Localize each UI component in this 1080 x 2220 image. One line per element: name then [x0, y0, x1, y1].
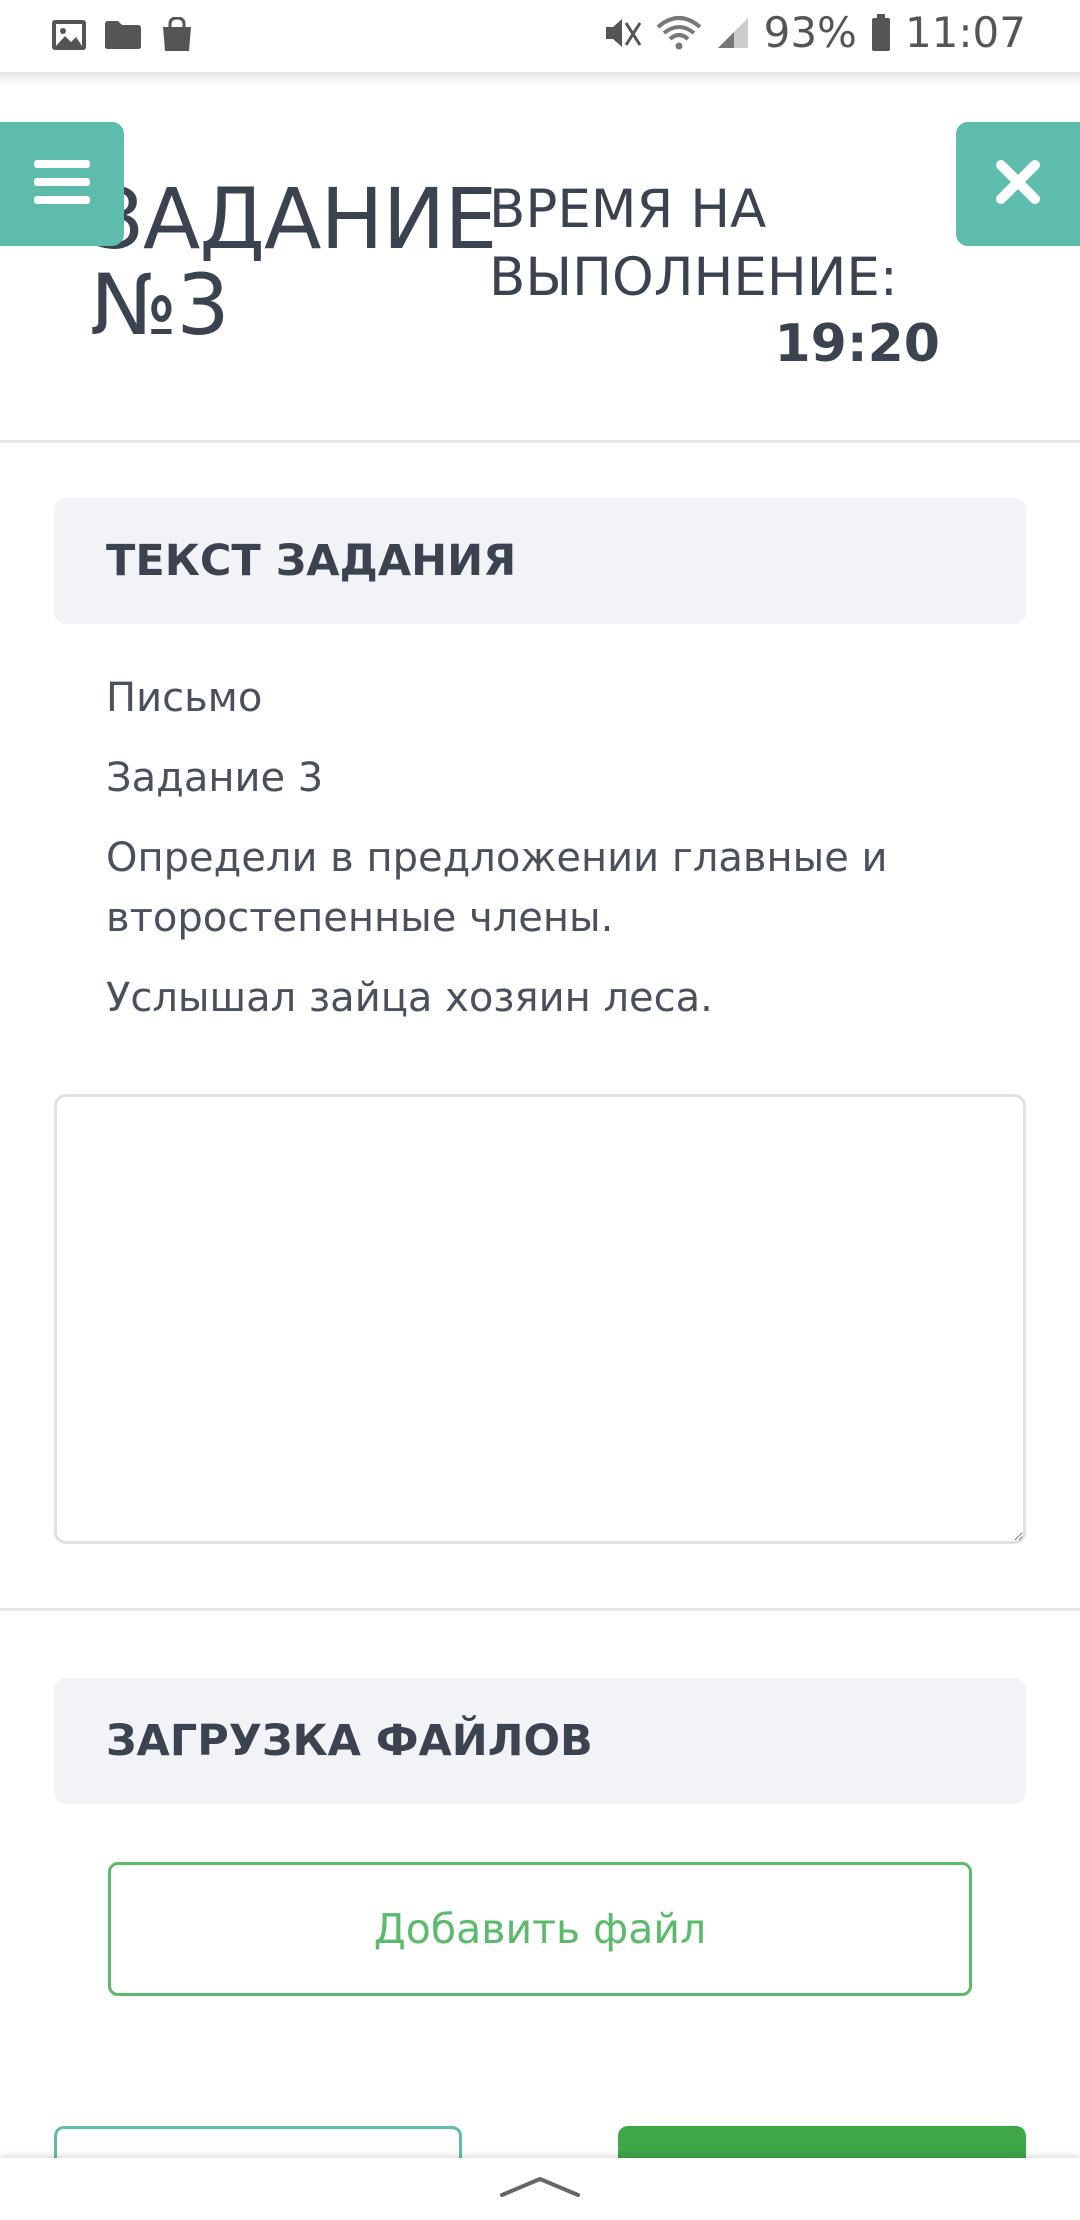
shopping-bag-icon [158, 16, 196, 54]
answer-divider [0, 1608, 1080, 1611]
folder-icon [104, 16, 142, 54]
time-label: ВРЕМЯ НА ВЫПОЛНЕНИЕ: [489, 179, 898, 308]
close-button[interactable] [956, 122, 1080, 246]
battery-icon [871, 13, 891, 52]
clock: 11:07 [904, 8, 1026, 57]
image-icon [50, 16, 88, 54]
answer-textarea[interactable] [54, 1094, 1026, 1544]
hamburger-icon [34, 158, 90, 210]
status-bar-left [50, 16, 196, 54]
signal-icon [716, 16, 750, 50]
mute-icon [602, 15, 642, 51]
wifi-icon [656, 15, 702, 51]
task-title-line1: ЗАДАНИЕ [90, 170, 497, 268]
task-title-line2: №3 [90, 256, 230, 354]
task-text-section-title: ТЕКСТ ЗАДАНИЯ [106, 536, 517, 586]
task-paragraph: Услышал зайца хозяин леса. [106, 975, 713, 1021]
menu-button[interactable] [0, 122, 124, 246]
status-bar-shadow [0, 72, 1080, 86]
task-text: Письмо Задание 3 Определи в предложении … [106, 668, 1006, 1048]
task-title: ЗАДАНИЕ №3 [90, 170, 497, 354]
task-paragraph: Письмо [106, 675, 263, 721]
status-bar-right: 93% 11:07 [602, 8, 1026, 57]
file-upload-section-header: ЗАГРУЗКА ФАЙЛОВ [54, 1678, 1026, 1804]
add-file-button[interactable]: Добавить файл [108, 1862, 972, 1996]
task-paragraph: Определи в предложении главные и второст… [106, 835, 888, 941]
file-upload-section-title: ЗАГРУЗКА ФАЙЛОВ [106, 1716, 593, 1766]
chevron-up-icon[interactable] [500, 2175, 580, 2203]
status-bar: 93% 11:07 [0, 0, 1080, 72]
timer-value: 19:20 [774, 314, 940, 374]
task-text-section-header: ТЕКСТ ЗАДАНИЯ [54, 498, 1026, 624]
close-icon [995, 159, 1041, 209]
add-file-button-label: Добавить файл [373, 1905, 707, 1953]
navigation-bar [0, 2158, 1080, 2220]
battery-level: 93% [763, 8, 857, 57]
task-paragraph: Задание 3 [106, 755, 324, 801]
header-divider [0, 440, 1080, 443]
